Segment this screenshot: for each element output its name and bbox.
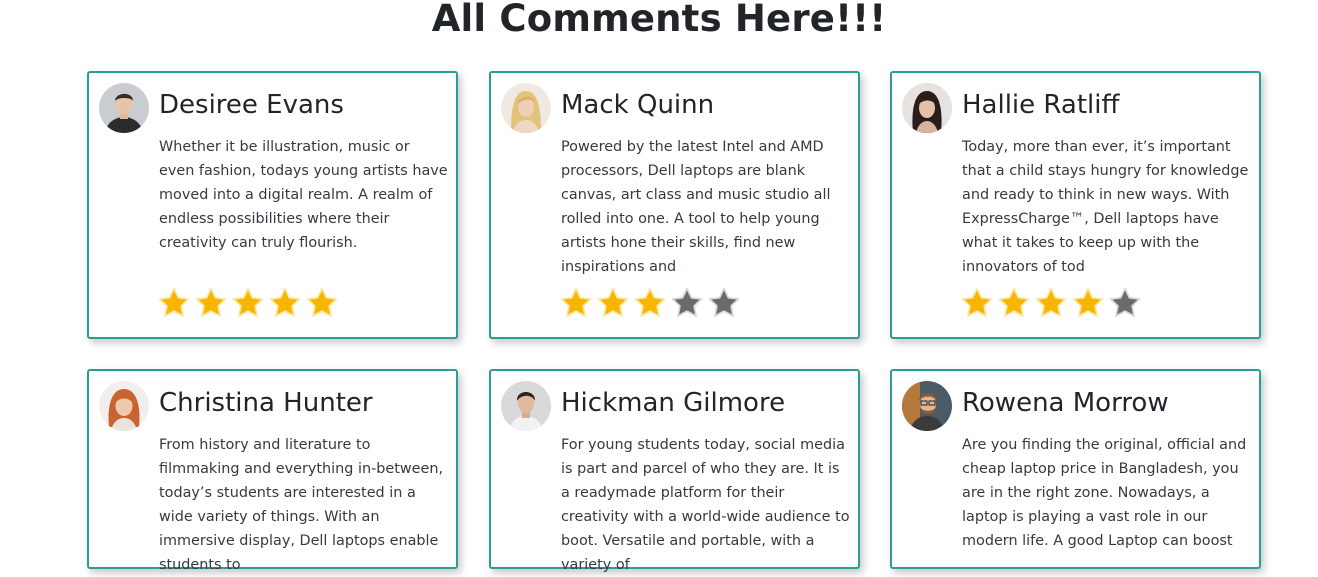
star-filled-icon [634,287,666,317]
comment-card: Rowena Morrow Are you finding the origin… [890,369,1261,569]
star-empty-icon [1109,287,1141,317]
comment-text: From history and literature to filmmakin… [159,437,444,573]
commenter-name: Hickman Gilmore [561,388,786,418]
commenter-name: Rowena Morrow [962,388,1169,418]
comment-text: For young students today, social media i… [561,437,850,573]
comment-card: Hallie Ratliff Today, more than ever, it… [890,71,1261,339]
comment-card: Christina Hunter From history and litera… [87,369,458,573]
commenter-name: Hallie Ratliff [962,90,1120,120]
avatar [501,381,551,431]
star-empty-icon [671,287,703,317]
star-filled-icon [232,287,264,317]
comment-text: Powered by the latest Intel and AMD proc… [561,139,831,275]
avatar [902,381,952,431]
star-filled-icon [1072,287,1104,317]
page-title: All Comments Here!!! [431,0,887,40]
commenter-name: Christina Hunter [159,388,373,418]
avatar [902,83,952,133]
star-empty-icon [708,287,740,317]
dark-haired-woman-avatar-icon [902,83,952,133]
star-rating [960,286,1142,320]
man-dark-shirt-avatar-icon [99,83,149,133]
comment-text: Whether it be illustration, music or eve… [159,139,448,251]
commenter-name: Mack Quinn [561,90,715,120]
star-filled-icon [269,287,301,317]
bearded-man-glasses-avatar-icon [902,381,952,431]
star-filled-icon [597,287,629,317]
star-filled-icon [998,287,1030,317]
star-filled-icon [961,287,993,317]
blonde-woman-avatar-icon [501,83,551,133]
star-filled-icon [158,287,190,317]
star-rating [559,286,741,320]
commenter-name: Desiree Evans [159,90,344,120]
star-filled-icon [195,287,227,317]
comment-card: Hickman Gilmore For young students today… [489,369,860,573]
star-filled-icon [306,287,338,317]
avatar [99,83,149,133]
comment-card: Mack Quinn Powered by the latest Intel a… [489,71,860,339]
comment-text: Are you finding the original, official a… [962,437,1247,549]
red-haired-woman-avatar-icon [99,381,149,431]
star-rating [157,286,339,320]
avatar [501,83,551,133]
star-filled-icon [560,287,592,317]
avatar [99,381,149,431]
comment-text: Today, more than ever, it’s important th… [962,139,1249,275]
comment-card: Desiree Evans Whether it be illustration… [87,71,458,339]
star-filled-icon [1035,287,1067,317]
man-stubble-avatar-icon [501,381,551,431]
